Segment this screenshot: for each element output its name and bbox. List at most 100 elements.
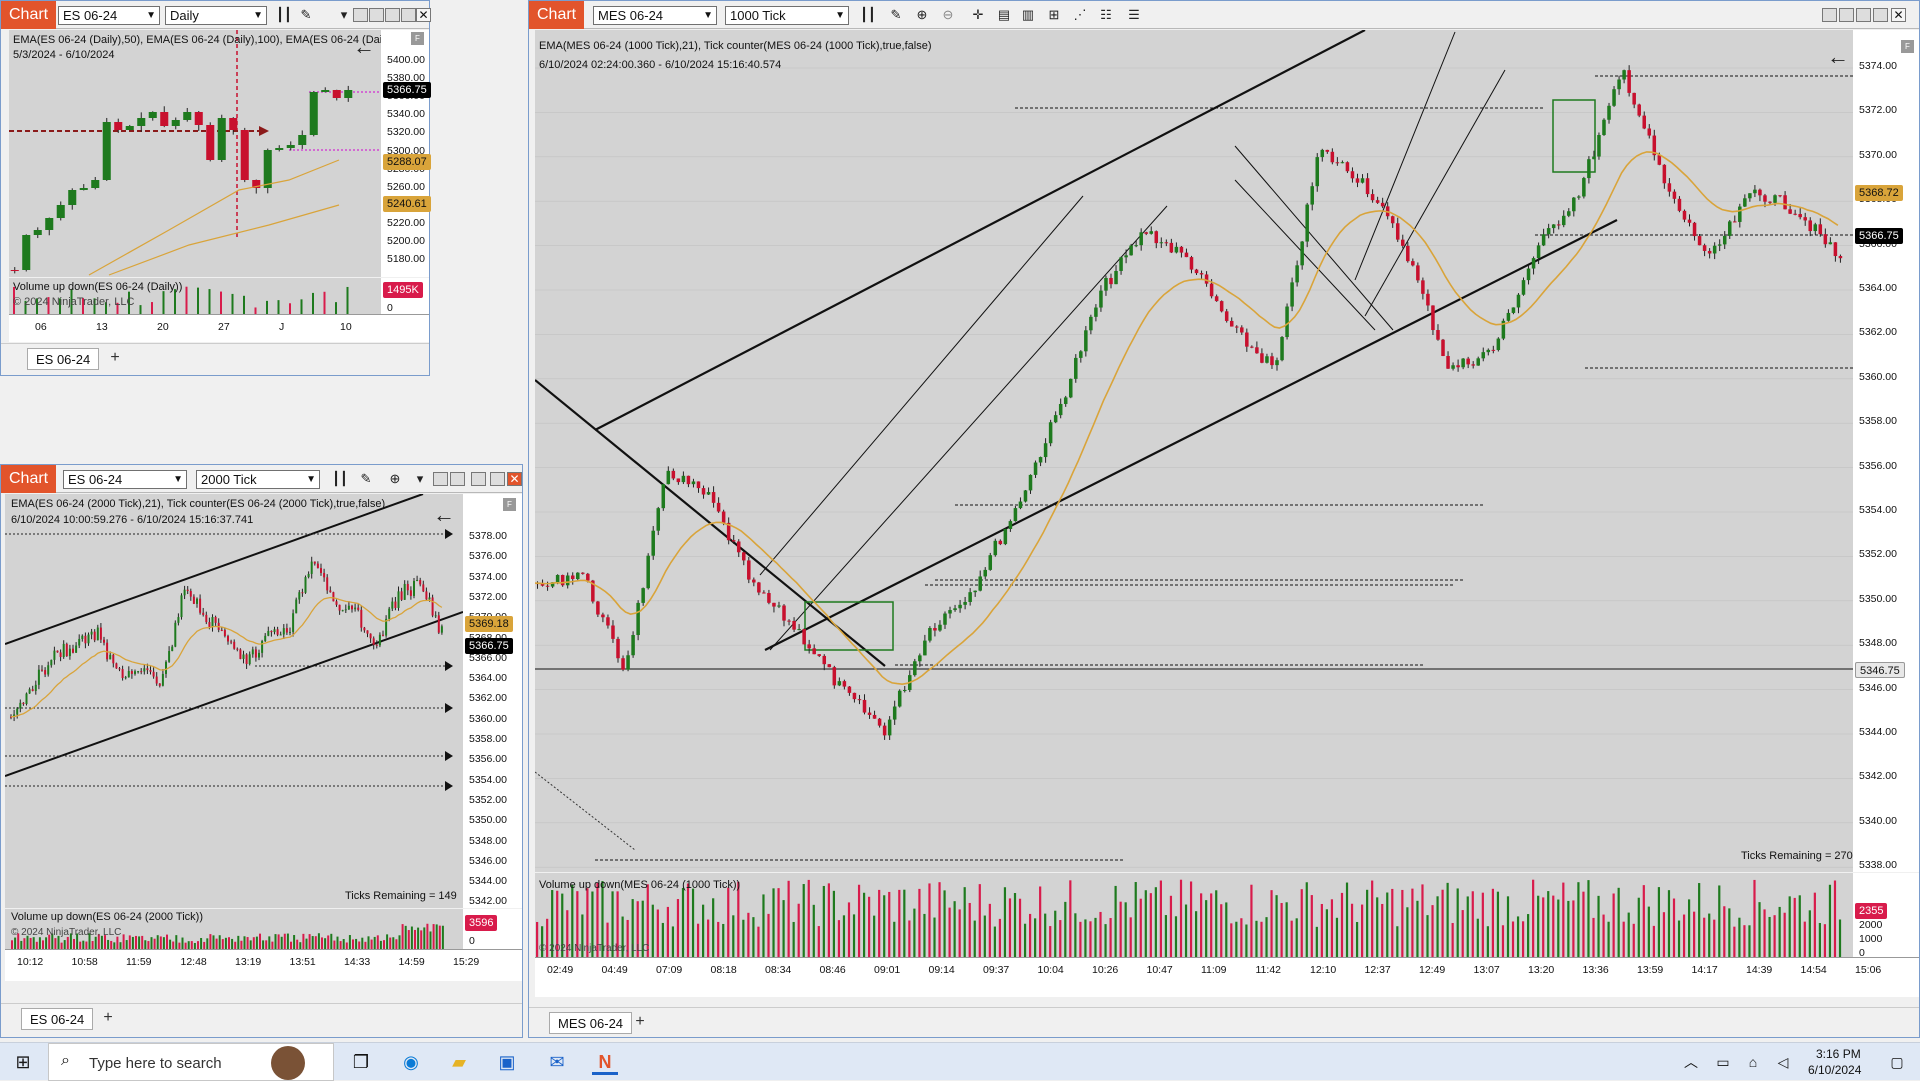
candle: [1406, 245, 1410, 262]
task-view-icon[interactable]: ❐: [348, 1049, 374, 1075]
candle: [646, 555, 650, 589]
add-tab-icon[interactable]: +: [97, 1008, 119, 1030]
volume-bar: [224, 937, 227, 949]
edge-browser-icon[interactable]: ◉: [398, 1049, 424, 1075]
tab-mes-06-24[interactable]: MES 06-24: [549, 1012, 633, 1034]
clock-time[interactable]: 3:16 PM: [1816, 1047, 1861, 1061]
price-tick: 5356.00: [469, 753, 507, 766]
price-tick: 5180.00: [387, 253, 425, 266]
chevron-up-icon[interactable]: ︿: [1678, 1049, 1704, 1075]
drawing-tool-icon[interactable]: ✎: [357, 470, 375, 488]
candle: [1159, 242, 1164, 244]
volume-bar: [228, 937, 230, 949]
minimize-button[interactable]: [385, 8, 400, 22]
volume-bar: [1456, 888, 1459, 957]
minimize-button[interactable]: [1856, 8, 1871, 22]
notifications-icon[interactable]: ▢: [1884, 1049, 1910, 1075]
windows-start-icon[interactable]: ⊞: [10, 1049, 36, 1075]
interval-selector[interactable]: 2000 Tick ▼: [196, 470, 320, 489]
time-tick: 09:37: [983, 964, 1010, 976]
candle: [341, 610, 344, 612]
tile-button[interactable]: [353, 8, 368, 22]
instrument-selector[interactable]: MES 06-24 ▼: [593, 6, 717, 25]
back-arrow-icon[interactable]: ←: [433, 502, 455, 528]
zoom-in-icon[interactable]: ⊕: [913, 6, 931, 24]
price-panel[interactable]: EMA(ES 06-24 (Daily),50), EMA(ES 06-24 (…: [9, 30, 381, 277]
minimize-button[interactable]: [471, 472, 486, 486]
tab-es-06-24[interactable]: ES 06-24: [27, 348, 100, 370]
candle: [286, 145, 295, 148]
time-tick: 13:51: [289, 956, 316, 968]
instrument-selector[interactable]: ES 06-24 ▼: [58, 6, 160, 25]
candle: [1702, 245, 1707, 251]
candle: [1612, 89, 1616, 106]
chart-menu-button[interactable]: Chart: [1, 465, 57, 493]
volume-bar: [280, 936, 283, 949]
volume-panel[interactable]: Volume up down(ES 06-24 (2000 Tick)) © 2…: [5, 909, 463, 949]
volume-bar: [1129, 917, 1132, 957]
network-icon[interactable]: ⌂: [1740, 1049, 1766, 1075]
menu-dropdown-icon[interactable]: ▾: [411, 470, 429, 488]
clock-date[interactable]: 6/10/2024: [1808, 1063, 1861, 1077]
volume-bar: [908, 920, 911, 957]
price-tick: 5350.00: [1859, 592, 1897, 605]
tile-button-2[interactable]: [369, 8, 384, 22]
strategies-icon[interactable]: ⋰: [1071, 6, 1089, 24]
tile-button[interactable]: [1822, 8, 1837, 22]
time-tick: 20: [157, 321, 169, 333]
bar-type-icon[interactable]: ┃┃: [275, 6, 293, 24]
bar-type-icon[interactable]: ┃┃: [331, 470, 349, 488]
drawing-tool-icon[interactable]: ✎: [887, 6, 905, 24]
indicators-icon[interactable]: ⊞: [1045, 6, 1063, 24]
ticks-remaining: Ticks Remaining = 149: [345, 890, 457, 902]
tile-button[interactable]: [433, 472, 448, 486]
close-button[interactable]: ✕: [1891, 8, 1906, 22]
price-panel[interactable]: EMA(ES 06-24 (2000 Tick),21), Tick count…: [5, 494, 463, 908]
list-icon[interactable]: ☰: [1125, 6, 1143, 24]
back-arrow-icon[interactable]: ←: [1827, 44, 1849, 70]
mail-icon[interactable]: ✉: [544, 1049, 570, 1075]
tile-button-2[interactable]: [1839, 8, 1854, 22]
close-button[interactable]: ✕: [507, 472, 522, 486]
volume-bar: [1184, 904, 1188, 957]
bar-type-icon[interactable]: ┃┃: [859, 6, 877, 24]
back-arrow-icon[interactable]: ←: [353, 34, 375, 60]
drawing-tool-icon[interactable]: ✎: [297, 6, 315, 24]
chart-menu-button[interactable]: Chart: [1, 1, 57, 29]
device-icon[interactable]: ▭: [1710, 1049, 1736, 1075]
volume-bar: [122, 934, 125, 949]
maximize-button[interactable]: [401, 8, 416, 22]
volume-panel[interactable]: Volume up down(ES 06-24 (Daily)) © 2024 …: [9, 278, 381, 314]
maximize-button[interactable]: [1873, 8, 1888, 22]
properties-icon[interactable]: ▥: [1019, 6, 1037, 24]
candle: [335, 601, 338, 605]
menu-dropdown-icon[interactable]: ▾: [335, 6, 353, 24]
price-panel[interactable]: EMA(MES 06-24 (1000 Tick),21), Tick coun…: [535, 30, 1853, 872]
add-tab-icon[interactable]: +: [104, 348, 126, 370]
add-tab-icon[interactable]: +: [629, 1012, 651, 1034]
volume-icon[interactable]: ◁: [1770, 1049, 1796, 1075]
taskbar-search[interactable]: ⌕ Type here to search: [48, 1043, 334, 1081]
zoom-out-icon[interactable]: ⊖: [939, 6, 957, 24]
interval-selector[interactable]: 1000 Tick ▼: [725, 6, 849, 25]
f-icon[interactable]: F: [411, 32, 424, 45]
maximize-button[interactable]: [490, 472, 505, 486]
store-icon[interactable]: ▣: [494, 1049, 520, 1075]
file-explorer-icon[interactable]: ▰: [446, 1049, 472, 1075]
instrument-selector[interactable]: ES 06-24 ▼: [63, 470, 187, 489]
ninjatrader-icon[interactable]: N: [592, 1049, 618, 1075]
crosshair-icon[interactable]: ✛: [969, 6, 987, 24]
data-box-icon[interactable]: ▤: [995, 6, 1013, 24]
close-button[interactable]: ✕: [416, 8, 431, 22]
chart-menu-button[interactable]: Chart: [529, 1, 585, 29]
f-icon[interactable]: F: [503, 498, 516, 511]
zoom-icon[interactable]: ⊕: [386, 470, 404, 488]
f-icon[interactable]: F: [1901, 40, 1914, 53]
templates-icon[interactable]: ☷: [1097, 6, 1115, 24]
tile-button-2[interactable]: [450, 472, 465, 486]
tab-es-06-24[interactable]: ES 06-24: [21, 1008, 94, 1030]
interval-selector[interactable]: Daily ▼: [165, 6, 267, 25]
candle: [230, 641, 233, 643]
volume-panel[interactable]: Volume up down(MES 06-24 (1000 Tick)) © …: [535, 873, 1853, 957]
volume-bar: [1552, 895, 1555, 957]
